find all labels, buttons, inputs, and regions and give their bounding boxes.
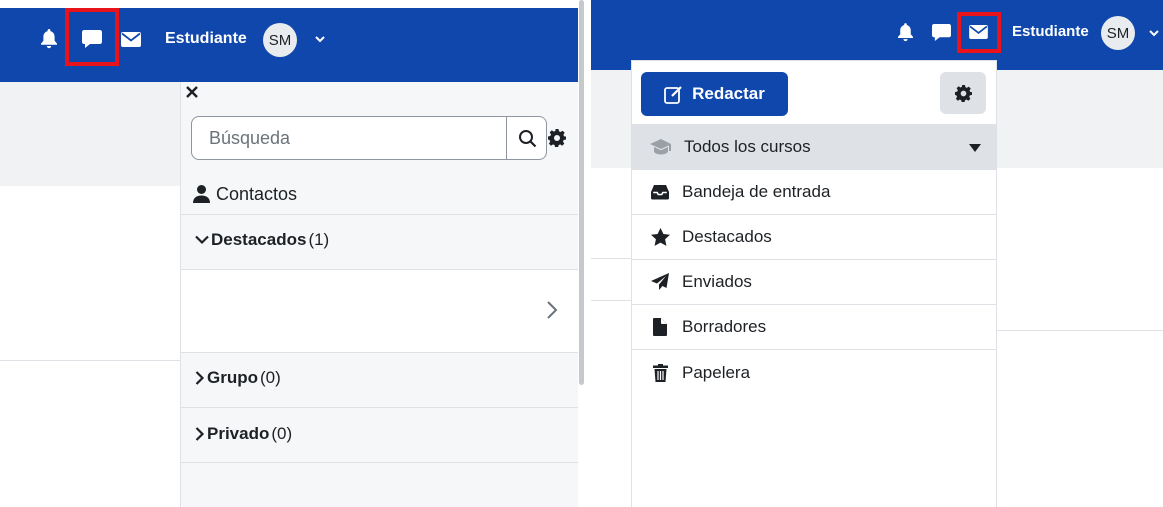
folder-sent[interactable]: Enviados: [632, 260, 997, 305]
compose-label: Redactar: [692, 84, 765, 103]
caret-down-icon: [969, 144, 981, 152]
section-name: Privado: [207, 424, 270, 443]
close-icon[interactable]: [183, 83, 201, 101]
compose-button[interactable]: Redactar: [641, 72, 788, 116]
course-filter-select[interactable]: Todos los cursos: [632, 124, 997, 170]
contacts-link[interactable]: Contactos: [193, 182, 297, 206]
folder-starred[interactable]: Destacados: [632, 215, 997, 260]
folder-inbox[interactable]: Bandeja de entrada: [632, 170, 997, 215]
highlight-box: [957, 12, 1001, 53]
folder-label: Papelera: [682, 362, 751, 382]
section-count: (0): [271, 424, 293, 443]
search-icon: [518, 129, 536, 147]
star-icon: [650, 227, 670, 247]
folder-label: Bandeja de entrada: [682, 182, 831, 201]
mail-settings-button[interactable]: [940, 72, 986, 114]
avatar[interactable]: SM: [263, 23, 297, 57]
section-destacados[interactable]: Destacados (1): [195, 230, 329, 250]
mail-icon[interactable]: [120, 30, 142, 48]
folder-drafts[interactable]: Borradores: [632, 305, 997, 350]
section-grupo[interactable]: Grupo (0): [195, 368, 281, 388]
folder-trash[interactable]: Papelera: [632, 350, 997, 395]
section-count: (1): [308, 230, 330, 249]
section-name: Destacados: [211, 230, 307, 249]
messages-drawer-screenshot: Estudiante SM Contactos Destacados (1): [0, 0, 578, 507]
folder-label: Borradores: [682, 317, 767, 336]
mail-dropdown-screenshot: Estudiante SM Redactar Todos los cursos …: [591, 0, 1163, 507]
file-icon: [650, 317, 670, 337]
page-divider: [0, 360, 180, 361]
user-icon: [193, 185, 210, 203]
chevron-right-icon: [547, 301, 558, 319]
divider: [181, 352, 578, 353]
page-divider: [997, 330, 1163, 331]
chevron-right-icon: [195, 371, 205, 385]
divider: [181, 462, 578, 463]
section-privado[interactable]: Privado (0): [195, 424, 292, 444]
scrollbar[interactable]: [579, 0, 584, 385]
starred-conversation-item[interactable]: [181, 270, 578, 352]
section-name: Grupo: [207, 368, 258, 387]
mail-dropdown: Redactar Todos los cursos Bandeja de ent…: [631, 60, 997, 507]
graduation-cap-icon: [650, 139, 671, 155]
section-count: (0): [260, 368, 281, 387]
messages-drawer: Contactos Destacados (1) Grupo (0) Priva…: [180, 82, 578, 507]
chevron-down-icon[interactable]: [1148, 28, 1160, 38]
inbox-icon: [650, 182, 670, 202]
page-divider: [591, 258, 631, 259]
highlight-box: [65, 8, 119, 66]
gear-icon: [954, 84, 972, 102]
course-filter-label: Todos los cursos: [684, 137, 811, 156]
chevron-down-icon[interactable]: [314, 34, 326, 44]
page-header-area: [0, 82, 180, 186]
edit-icon: [664, 85, 682, 104]
search-button[interactable]: [506, 117, 547, 159]
trash-icon: [650, 363, 670, 383]
user-name[interactable]: Estudiante: [165, 30, 247, 48]
messages-icon[interactable]: [931, 22, 951, 42]
contacts-label: Contactos: [216, 183, 298, 204]
chevron-down-icon: [195, 235, 209, 245]
page-divider: [591, 300, 631, 301]
folder-label: Destacados: [682, 227, 772, 246]
search-input[interactable]: [192, 117, 504, 159]
bell-icon[interactable]: [897, 22, 913, 42]
divider: [181, 407, 578, 408]
folder-label: Enviados: [682, 272, 752, 291]
divider: [181, 214, 578, 215]
top-navbar: Estudiante SM: [0, 8, 578, 82]
bell-icon[interactable]: [40, 28, 58, 50]
avatar[interactable]: SM: [1101, 16, 1135, 50]
user-name[interactable]: Estudiante: [1012, 23, 1089, 40]
chevron-right-icon: [195, 427, 205, 441]
gear-icon[interactable]: [547, 128, 567, 148]
search-box: [191, 116, 547, 160]
paper-plane-icon: [650, 272, 670, 292]
